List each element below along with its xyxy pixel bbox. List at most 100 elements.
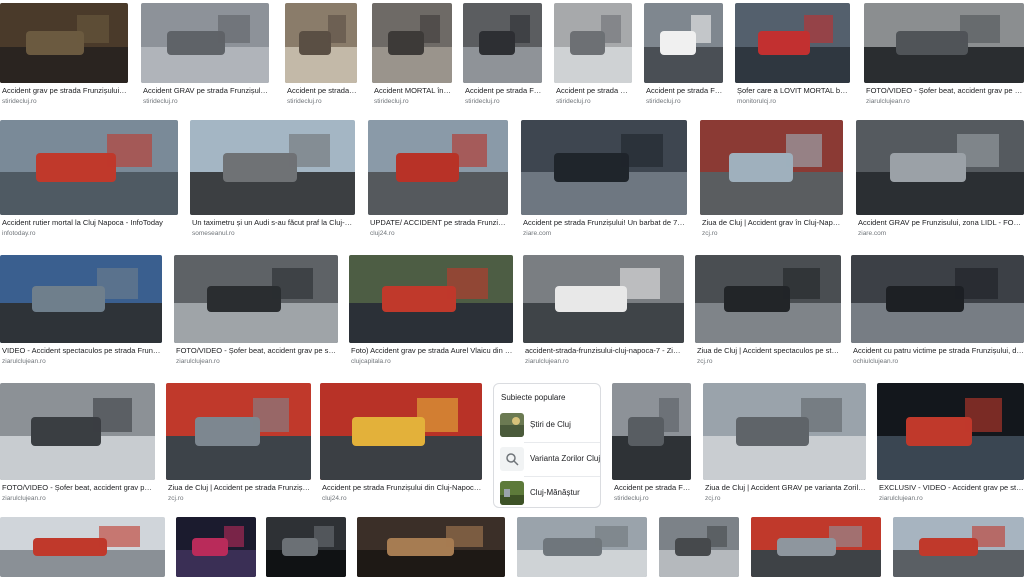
result-thumbnail[interactable] xyxy=(695,255,841,343)
result-caption[interactable]: Accident GRAV pe Frunzisului, zona LIDL … xyxy=(858,218,1024,228)
result-thumbnail[interactable] xyxy=(349,255,513,343)
result-caption[interactable]: Șofer care a LOVIT MORTAL bătrâ... xyxy=(737,86,850,96)
result-thumbnail[interactable] xyxy=(612,383,691,480)
place-thumbnail-icon xyxy=(500,481,524,505)
result-thumbnail[interactable] xyxy=(0,383,155,480)
popular-topics-title: Subiecte populare xyxy=(501,393,566,402)
result-source: stiridecluj.ro xyxy=(646,98,681,105)
result-caption[interactable]: Accident pe strada Frunzișului din Cluj-… xyxy=(322,483,482,493)
result-caption[interactable]: EXCLUSIV - VIDEO - Accident grav pe stra… xyxy=(879,483,1024,493)
news-thumbnail-icon xyxy=(500,413,524,437)
result-thumbnail[interactable] xyxy=(700,120,843,215)
result-caption[interactable]: Accident pe strada Fru... xyxy=(287,86,357,96)
result-thumbnail[interactable] xyxy=(0,255,162,343)
result-source: stiridecluj.ro xyxy=(465,98,500,105)
result-source: zcj.ro xyxy=(705,495,721,502)
result-thumbnail[interactable] xyxy=(554,3,632,83)
result-source: infotoday.ro xyxy=(2,230,36,237)
result-thumbnail[interactable] xyxy=(320,383,482,480)
result-caption[interactable]: Accident grav pe strada Frunzișului din … xyxy=(2,86,128,96)
result-source: ziarulclujean.ro xyxy=(176,358,220,365)
popular-topics-card: Subiecte populare Știri de Cluj Varianta… xyxy=(493,383,601,508)
result-caption[interactable]: Foto) Accident grav pe strada Aurel Vlai… xyxy=(351,346,513,356)
result-source: stiridecluj.ro xyxy=(287,98,322,105)
result-source: ziarulclujean.ro xyxy=(2,358,46,365)
divider xyxy=(524,476,600,477)
result-thumbnail[interactable] xyxy=(166,383,311,480)
result-source: stiridecluj.ro xyxy=(2,98,37,105)
result-caption[interactable]: Accident cu patru victime pe strada Frun… xyxy=(853,346,1024,356)
search-icon xyxy=(500,447,524,471)
result-thumbnail[interactable] xyxy=(521,120,687,215)
result-caption[interactable]: Accident pe strada Frunzișului! Un barba… xyxy=(523,218,687,228)
topic-label: Varianta Zorilor Cluj xyxy=(530,454,601,463)
result-caption[interactable]: Accident MORTAL în Cl... xyxy=(374,86,452,96)
result-source: ziare.com xyxy=(523,230,552,237)
result-thumbnail[interactable] xyxy=(523,255,684,343)
result-thumbnail[interactable] xyxy=(285,3,357,83)
result-source: stiridecluj.ro xyxy=(374,98,409,105)
result-thumbnail[interactable] xyxy=(851,255,1024,343)
result-source: cluj24.ro xyxy=(322,495,347,502)
result-source: stiridecluj.ro xyxy=(556,98,591,105)
result-source: zcj.ro xyxy=(702,230,718,237)
result-thumbnail[interactable] xyxy=(463,3,542,83)
result-source: cluj24.ro xyxy=(370,230,395,237)
result-thumbnail[interactable] xyxy=(856,120,1024,215)
result-thumbnail[interactable] xyxy=(190,120,355,215)
result-source: clujcapitala.ro xyxy=(351,358,391,365)
result-thumbnail[interactable] xyxy=(0,3,128,83)
topic-varianta-zorilor-cluj[interactable]: Varianta Zorilor Cluj xyxy=(498,444,601,474)
result-thumbnail[interactable] xyxy=(751,517,881,577)
topic-cluj-manastur[interactable]: Cluj-Mănăștur xyxy=(498,478,598,508)
result-thumbnail[interactable] xyxy=(266,517,346,577)
result-source: ziarulclujean.ro xyxy=(2,495,46,502)
result-caption[interactable]: Accident pe strada Fru... xyxy=(556,86,632,96)
result-caption[interactable]: Un taximetru și un Audi s-au făcut praf … xyxy=(192,218,355,228)
result-source: ziare.com xyxy=(858,230,887,237)
result-caption[interactable]: Ziua de Cluj | Accident spectaculos pe s… xyxy=(697,346,841,356)
result-caption[interactable]: accident-strada-frunzisului-cluj-napoca-… xyxy=(525,346,684,356)
result-thumbnail[interactable] xyxy=(517,517,647,577)
result-source: monitorulcj.ro xyxy=(737,98,777,105)
result-caption[interactable]: UPDATE/ ACCIDENT pe strada Frunzișului d… xyxy=(370,218,508,228)
result-thumbnail[interactable] xyxy=(659,517,739,577)
result-source: stiridecluj.ro xyxy=(614,495,649,502)
result-thumbnail[interactable] xyxy=(0,120,178,215)
result-caption[interactable]: Accident rutier mortal la Cluj Napoca - … xyxy=(2,218,178,228)
result-thumbnail[interactable] xyxy=(0,517,165,577)
result-thumbnail[interactable] xyxy=(357,517,505,577)
result-source: zcj.ro xyxy=(168,495,184,502)
result-thumbnail[interactable] xyxy=(368,120,508,215)
result-thumbnail[interactable] xyxy=(176,517,256,577)
result-thumbnail[interactable] xyxy=(864,3,1024,83)
result-source: stiridecluj.ro xyxy=(143,98,178,105)
result-caption[interactable]: Accident pe strada Fru... xyxy=(614,483,691,493)
result-caption[interactable]: Ziua de Cluj | Accident pe strada Frunzi… xyxy=(168,483,311,493)
result-source: zcj.ro xyxy=(697,358,713,365)
result-source: ziarulclujean.ro xyxy=(866,98,910,105)
result-caption[interactable]: FOTO/VIDEO - Șofer beat, accident grav p… xyxy=(2,483,155,493)
result-thumbnail[interactable] xyxy=(174,255,338,343)
result-thumbnail[interactable] xyxy=(372,3,452,83)
result-source: ochiulclujean.ro xyxy=(853,358,899,365)
topic-label: Știri de Cluj xyxy=(530,420,571,429)
result-source: someseanul.ro xyxy=(192,230,235,237)
result-thumbnail[interactable] xyxy=(141,3,269,83)
result-source: ziarulclujean.ro xyxy=(525,358,569,365)
result-caption[interactable]: FOTO/VIDEO - Șofer beat, accident grav p… xyxy=(176,346,338,356)
result-thumbnail[interactable] xyxy=(735,3,850,83)
result-caption[interactable]: Ziua de Cluj | Accident GRAV pe varianta… xyxy=(705,483,866,493)
result-caption[interactable]: Ziua de Cluj | Accident grav în Cluj-Nap… xyxy=(702,218,843,228)
result-thumbnail[interactable] xyxy=(644,3,723,83)
result-thumbnail[interactable] xyxy=(877,383,1024,480)
result-caption[interactable]: Accident pe strada Fru... xyxy=(646,86,723,96)
topic-stiri-de-cluj[interactable]: Știri de Cluj xyxy=(498,410,598,440)
result-thumbnail[interactable] xyxy=(703,383,866,480)
result-caption[interactable]: FOTO/VIDEO - Șofer beat, accident grav p… xyxy=(866,86,1024,96)
result-caption[interactable]: Accident GRAV pe strada Frunzișului. Tr.… xyxy=(143,86,269,96)
topic-label: Cluj-Mănăștur xyxy=(530,488,580,497)
result-caption[interactable]: VIDEO - Accident spectaculos pe strada F… xyxy=(2,346,162,356)
result-thumbnail[interactable] xyxy=(893,517,1024,577)
result-caption[interactable]: Accident pe strada Fru... xyxy=(465,86,542,96)
